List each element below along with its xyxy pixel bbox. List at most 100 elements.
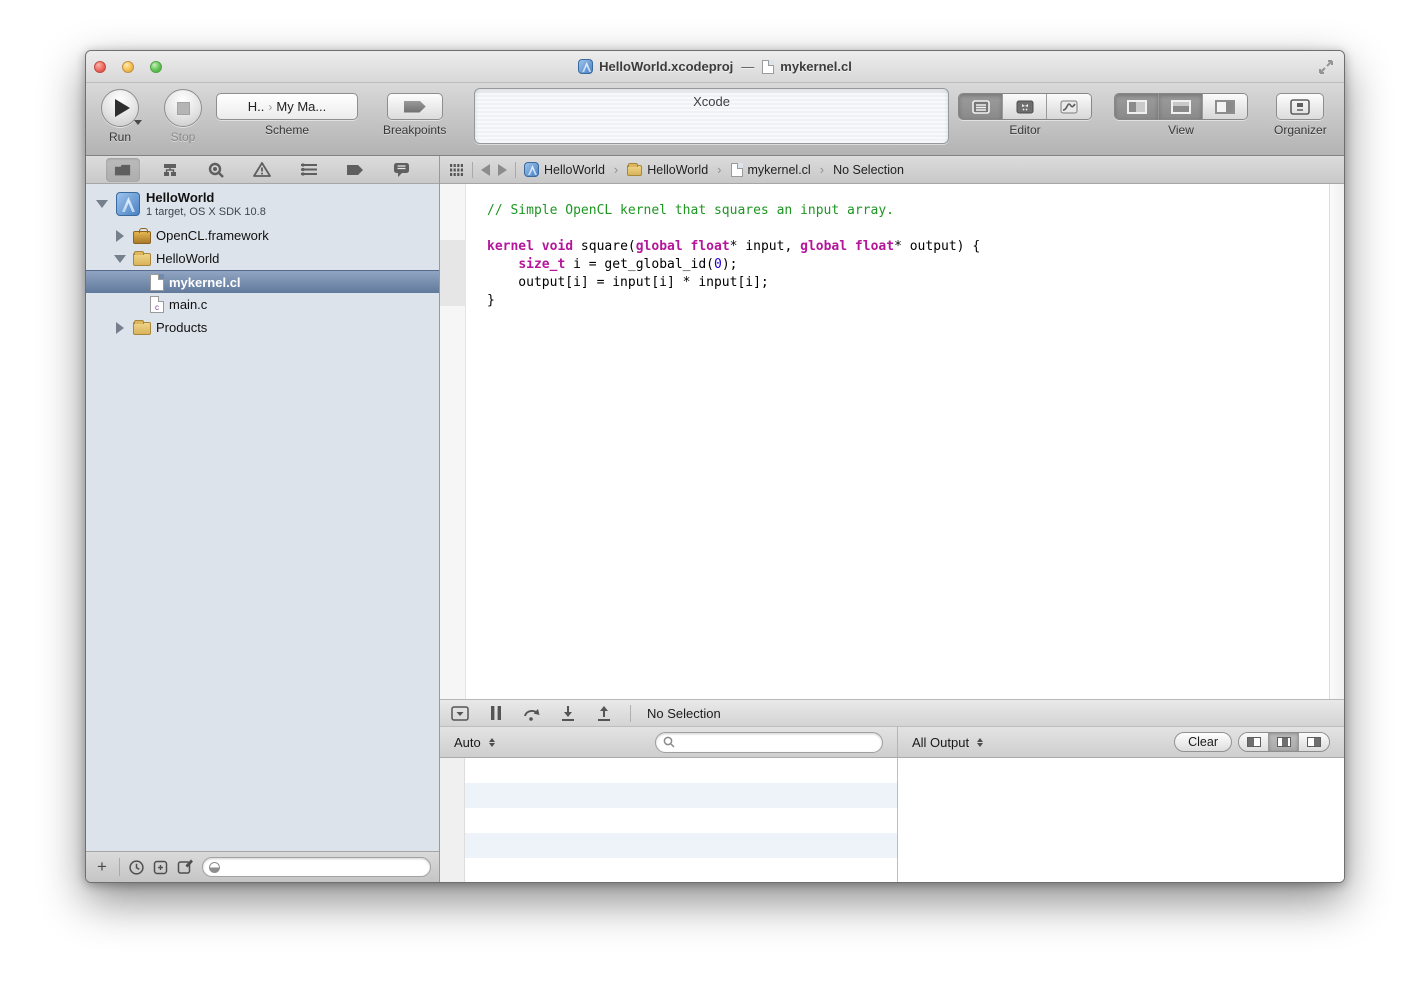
assistant-editor-button[interactable] xyxy=(1003,94,1047,119)
symbol-navigator-tab[interactable] xyxy=(153,158,187,182)
issue-navigator-tab[interactable] xyxy=(245,158,279,182)
zoom-window-button[interactable] xyxy=(150,61,162,73)
breadcrumb-label: HelloWorld xyxy=(544,163,605,177)
navigator-sidebar: HelloWorld 1 target, OS X SDK 10.8 OpenC… xyxy=(86,156,440,882)
navigator-filter-bar: + xyxy=(86,851,439,882)
add-button[interactable]: + xyxy=(94,857,110,877)
breakpoints-button[interactable] xyxy=(387,93,443,120)
console-filter-popup[interactable]: All Output xyxy=(912,735,969,750)
divider xyxy=(119,858,120,876)
project-detail: 1 target, OS X SDK 10.8 xyxy=(146,206,266,218)
toggle-utilities-button[interactable] xyxy=(1203,94,1247,119)
breadcrumb-project[interactable]: HelloWorld xyxy=(524,162,605,177)
editor-scrollbar[interactable] xyxy=(1329,184,1344,699)
step-out-button[interactable] xyxy=(594,704,614,722)
show-console-only-button[interactable] xyxy=(1299,733,1329,751)
fullscreen-icon[interactable] xyxy=(1318,59,1334,75)
popup-arrows-icon[interactable] xyxy=(489,738,495,747)
variables-view-header: Auto xyxy=(440,727,898,757)
forward-button[interactable] xyxy=(498,164,507,176)
breadcrumb-selection[interactable]: No Selection xyxy=(833,163,904,177)
pause-button[interactable] xyxy=(486,704,506,722)
folder-icon xyxy=(627,165,642,176)
log-navigator-icon xyxy=(393,162,410,178)
show-both-button[interactable] xyxy=(1269,733,1299,751)
variables-search-field[interactable] xyxy=(655,732,883,753)
chevron-icon: › xyxy=(819,162,825,177)
step-into-button[interactable] xyxy=(558,704,578,722)
project-icon xyxy=(116,192,140,216)
variables-list[interactable] xyxy=(465,758,897,882)
filter-icon xyxy=(209,862,220,873)
disclosure-open-icon[interactable] xyxy=(96,200,108,208)
related-items-icon[interactable] xyxy=(450,164,464,176)
file-icon xyxy=(731,163,743,177)
console-view[interactable] xyxy=(898,758,1344,882)
hide-debug-area-button[interactable] xyxy=(450,704,470,722)
breadcrumb-label: mykernel.cl xyxy=(748,163,811,177)
scheme-selector[interactable]: H.. › My Ma... xyxy=(216,93,358,120)
log-navigator-tab[interactable] xyxy=(385,158,419,182)
disclosure-closed-icon[interactable] xyxy=(116,230,124,242)
search-icon xyxy=(208,162,224,178)
tree-item-group[interactable]: HelloWorld xyxy=(86,247,439,270)
clear-console-button[interactable]: Clear xyxy=(1174,732,1232,752)
run-label: Run xyxy=(109,130,131,144)
recently-edited-icon[interactable] xyxy=(177,859,193,875)
close-window-button[interactable] xyxy=(94,61,106,73)
debug-area xyxy=(440,758,1344,882)
standard-editor-button[interactable] xyxy=(959,94,1003,119)
variables-search-input[interactable] xyxy=(679,735,875,749)
organizer-button[interactable] xyxy=(1276,93,1324,120)
step-over-icon xyxy=(523,706,541,721)
navigator-filter-field[interactable] xyxy=(202,857,431,877)
tree-item-file[interactable]: c main.c xyxy=(86,293,439,316)
window-title-project: HelloWorld.xcodeproj xyxy=(599,59,733,74)
version-editor-icon xyxy=(1060,100,1078,114)
stop-button[interactable] xyxy=(164,89,202,127)
file-icon xyxy=(150,274,164,291)
tree-item-framework[interactable]: OpenCL.framework xyxy=(86,224,439,247)
breakpoint-navigator-tab[interactable] xyxy=(338,158,372,182)
xcode-window: HelloWorld.xcodeproj — mykernel.cl Run S… xyxy=(85,50,1345,883)
search-navigator-tab[interactable] xyxy=(199,158,233,182)
disclosure-open-icon[interactable] xyxy=(114,255,126,263)
console-only-icon xyxy=(1307,737,1321,747)
jump-bar: HelloWorld › HelloWorld › mykernel.cl › … xyxy=(440,156,1344,184)
breadcrumb-group[interactable]: HelloWorld xyxy=(627,163,708,177)
play-icon xyxy=(115,99,130,117)
debug-navigator-tab[interactable] xyxy=(292,158,326,182)
stop-icon xyxy=(177,102,190,115)
run-button[interactable] xyxy=(101,89,139,127)
project-row[interactable]: HelloWorld 1 target, OS X SDK 10.8 xyxy=(86,184,439,224)
tree-item-products[interactable]: Products xyxy=(86,316,439,339)
back-button[interactable] xyxy=(481,164,490,176)
source-editor[interactable]: // Simple OpenCL kernel that squares an … xyxy=(440,184,1344,699)
variables-scope-popup[interactable]: Auto xyxy=(454,735,481,750)
window-title-separator: — xyxy=(739,59,756,74)
recent-files-icon[interactable] xyxy=(129,860,144,875)
version-editor-button[interactable] xyxy=(1047,94,1091,119)
variables-view[interactable] xyxy=(440,758,898,882)
toggle-debug-area-button[interactable] xyxy=(1159,94,1203,119)
step-over-button[interactable] xyxy=(522,704,542,722)
code-lines[interactable]: // Simple OpenCL kernel that squares an … xyxy=(466,184,1329,699)
tree-item-file-selected[interactable]: mykernel.cl xyxy=(86,270,439,293)
show-variables-only-button[interactable] xyxy=(1239,733,1269,751)
navigator-panel-icon xyxy=(1127,100,1147,114)
breadcrumb-label: No Selection xyxy=(833,163,904,177)
navigator-selector-bar xyxy=(86,156,439,184)
chevron-icon: › xyxy=(716,162,722,177)
window-controls xyxy=(94,61,162,73)
project-icon xyxy=(524,162,539,177)
symbol-navigator-icon xyxy=(161,163,179,177)
scm-status-icon[interactable] xyxy=(153,860,168,875)
breadcrumb-file[interactable]: mykernel.cl xyxy=(731,163,811,177)
minimize-window-button[interactable] xyxy=(122,61,134,73)
disclosure-closed-icon[interactable] xyxy=(116,322,124,334)
tree-item-label: mykernel.cl xyxy=(169,275,241,290)
toggle-navigator-button[interactable] xyxy=(1115,94,1159,119)
divider xyxy=(472,162,473,178)
project-navigator-tab[interactable] xyxy=(106,158,140,182)
popup-arrows-icon[interactable] xyxy=(977,738,983,747)
